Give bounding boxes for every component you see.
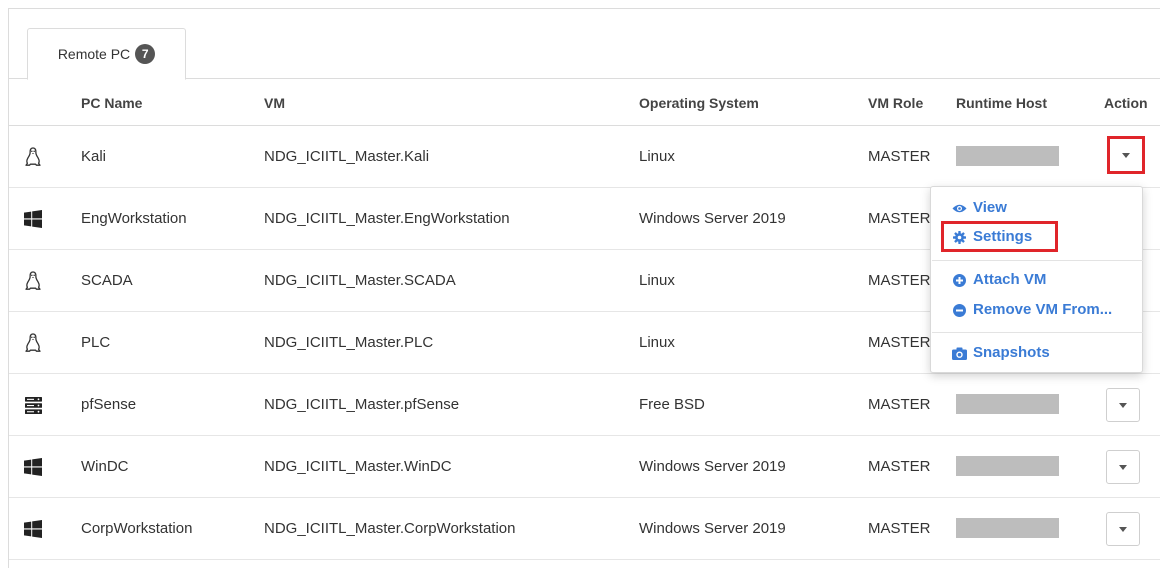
os-cell: Linux bbox=[639, 272, 675, 289]
runtime-host-redacted bbox=[956, 518, 1059, 538]
pc-name-cell: WinDC bbox=[81, 458, 129, 475]
runtime-host-redacted bbox=[956, 394, 1059, 414]
menu-item-label: View bbox=[973, 199, 1007, 216]
caret-down-icon bbox=[1119, 402, 1127, 408]
menu-item-view[interactable]: View bbox=[952, 197, 1007, 219]
tab-remote-pc[interactable]: Remote PC 7 bbox=[27, 28, 186, 80]
menu-item-label: Settings bbox=[973, 228, 1033, 245]
camera-icon bbox=[952, 346, 967, 361]
vm-cell: NDG_ICIITL_Master.WinDC bbox=[264, 458, 452, 475]
pc-name-cell: PLC bbox=[81, 334, 111, 351]
menu-divider bbox=[932, 332, 1143, 333]
table-header: PC Name VM Operating System VM Role Runt… bbox=[9, 80, 1160, 126]
pc-name-cell: Kali bbox=[81, 148, 107, 165]
caret-down-icon bbox=[1119, 464, 1127, 470]
menu-item-label: Snapshots bbox=[973, 344, 1050, 361]
pc-name-cell: SCADA bbox=[81, 272, 133, 289]
linux-icon bbox=[23, 333, 43, 353]
linux-icon bbox=[23, 271, 43, 291]
tab-label: Remote PC bbox=[57, 46, 131, 62]
action-dropdown-button[interactable] bbox=[1106, 388, 1140, 422]
menu-item-settings[interactable]: Settings bbox=[952, 226, 1032, 248]
table-row[interactable]: pfSense NDG_ICIITL_Master.pfSense Free B… bbox=[9, 374, 1160, 436]
action-dropdown-button[interactable] bbox=[1106, 450, 1140, 484]
os-cell: Windows Server 2019 bbox=[639, 458, 786, 475]
vm-cell: NDG_ICIITL_Master.PLC bbox=[264, 334, 434, 351]
eye-icon bbox=[952, 201, 967, 216]
vm-cell: NDG_ICIITL_Master.EngWorkstation bbox=[264, 210, 510, 227]
vm-cell: NDG_ICIITL_Master.SCADA bbox=[264, 272, 456, 289]
caret-down-icon bbox=[1119, 526, 1127, 532]
windows-icon bbox=[23, 209, 43, 229]
plus-circle-icon bbox=[952, 273, 967, 288]
table-row[interactable]: WinDC NDG_ICIITL_Master.WinDC Windows Se… bbox=[9, 436, 1160, 498]
vm-role-cell: MASTER bbox=[868, 396, 931, 413]
col-header-pc-name[interactable]: PC Name bbox=[81, 80, 142, 126]
vm-role-cell: MASTER bbox=[868, 148, 931, 165]
caret-down-icon bbox=[1122, 152, 1130, 158]
vm-role-cell: MASTER bbox=[868, 210, 931, 227]
linux-icon bbox=[23, 147, 43, 167]
windows-icon bbox=[23, 457, 43, 477]
menu-item-snapshots[interactable]: Snapshots bbox=[952, 342, 1050, 364]
col-header-vm[interactable]: VM bbox=[264, 80, 285, 126]
vm-role-cell: MASTER bbox=[868, 272, 931, 289]
windows-icon bbox=[23, 519, 43, 539]
table-row[interactable]: CorpWorkstation NDG_ICIITL_Master.CorpWo… bbox=[9, 498, 1160, 560]
gear-icon bbox=[952, 230, 967, 245]
vm-cell: NDG_ICIITL_Master.pfSense bbox=[264, 396, 460, 413]
count-badge: 7 bbox=[135, 44, 156, 64]
vm-cell: NDG_ICIITL_Master.CorpWorkstation bbox=[264, 520, 516, 537]
pc-name-cell: EngWorkstation bbox=[81, 210, 187, 227]
vm-role-cell: MASTER bbox=[868, 458, 931, 475]
menu-item-label: Remove VM From... bbox=[973, 301, 1113, 318]
action-dropdown-menu: View Settings Attach VM Remove VM From..… bbox=[930, 186, 1143, 373]
menu-item-remove-vm[interactable]: Remove VM From... bbox=[952, 299, 1112, 321]
os-cell: Windows Server 2019 bbox=[639, 520, 786, 537]
pc-name-cell: CorpWorkstation bbox=[81, 520, 193, 537]
os-cell: Linux bbox=[639, 334, 675, 351]
action-dropdown-button[interactable] bbox=[1107, 136, 1145, 174]
tab-bar: Remote PC 7 bbox=[9, 9, 1160, 80]
table-row[interactable]: Kali NDG_ICIITL_Master.Kali Linux MASTER bbox=[9, 126, 1160, 188]
col-header-os[interactable]: Operating System bbox=[639, 80, 759, 126]
os-cell: Windows Server 2019 bbox=[639, 210, 786, 227]
col-header-action: Action bbox=[1104, 95, 1148, 111]
col-header-host[interactable]: Runtime Host bbox=[956, 80, 1047, 126]
vm-cell: NDG_ICIITL_Master.Kali bbox=[264, 148, 430, 165]
minus-circle-icon bbox=[952, 303, 967, 318]
menu-item-attach-vm[interactable]: Attach VM bbox=[952, 269, 1046, 291]
vm-role-cell: MASTER bbox=[868, 520, 931, 537]
pc-name-cell: pfSense bbox=[81, 396, 137, 413]
os-cell: Free BSD bbox=[639, 396, 705, 413]
vm-role-cell: MASTER bbox=[868, 334, 931, 351]
os-cell: Linux bbox=[639, 148, 675, 165]
server-icon bbox=[23, 395, 43, 415]
runtime-host-redacted bbox=[956, 456, 1059, 476]
menu-item-label: Attach VM bbox=[973, 271, 1047, 288]
runtime-host-redacted bbox=[956, 146, 1059, 166]
action-dropdown-button[interactable] bbox=[1106, 512, 1140, 546]
col-header-role[interactable]: VM Role bbox=[868, 80, 923, 126]
menu-divider bbox=[932, 260, 1143, 261]
